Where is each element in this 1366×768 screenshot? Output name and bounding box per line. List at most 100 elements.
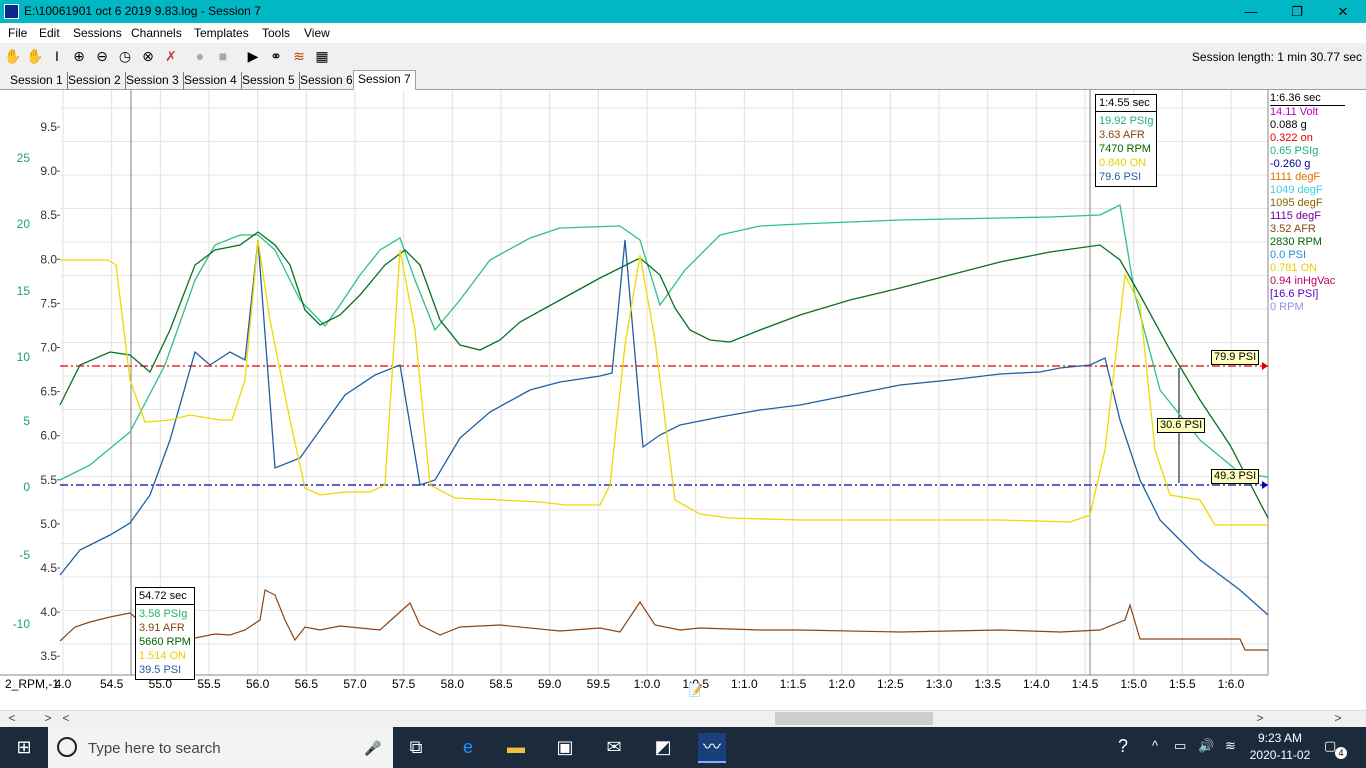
data-plot[interactable]: 25 20 15 10 5 0 -5 -10 9.5 9.0 8.5 8.0 7.5 7.0 6.5 6.0… (0, 90, 1366, 710)
logworks-icon[interactable]: 〰 (698, 733, 726, 763)
legend-item[interactable]: 1111 degF (1270, 171, 1348, 184)
text-cursor-icon[interactable]: I (47, 46, 67, 66)
menu-view[interactable]: View (304, 26, 330, 40)
menu-file[interactable]: File (8, 26, 27, 40)
y-tick-afr: 3.5 (40, 649, 57, 663)
x-tick-label: 55.5 (197, 677, 221, 691)
play-icon[interactable]: ▶ (243, 46, 263, 66)
file-explorer-icon[interactable]: ▬ (502, 733, 530, 761)
legend-item[interactable]: 0.65 PSIg (1270, 145, 1348, 158)
legend-time: 1:6.36 sec (1270, 92, 1345, 106)
legend-item[interactable]: 0.088 g (1270, 119, 1348, 132)
wifi-icon[interactable]: ≋ (1225, 738, 1236, 754)
legend-item[interactable]: 1095 degF (1270, 197, 1348, 210)
legend-item[interactable]: 0.94 inHgVac (1270, 275, 1348, 288)
close-button[interactable]: ✕ (1320, 0, 1366, 23)
cursor1-rpm: 5660 RPM (139, 636, 191, 648)
minimize-button[interactable]: — (1228, 0, 1274, 23)
record-icon[interactable]: ● (190, 46, 210, 66)
scroll-end-icon[interactable]: > (1330, 710, 1346, 727)
menu-channels[interactable]: Channels (131, 26, 182, 40)
volume-icon[interactable]: 🔊 (1198, 738, 1214, 754)
menu-tools[interactable]: Tools (262, 26, 290, 40)
legend-item[interactable]: 0.0 PSI (1270, 249, 1348, 262)
y-tick-psig: -10 (13, 617, 31, 631)
tab-session-2[interactable]: Session 2 (64, 72, 126, 89)
cursor2-rpm: 7470 RPM (1099, 143, 1151, 155)
edge-icon[interactable]: e (454, 733, 482, 761)
cursor2-on: 0.840 ON (1099, 157, 1147, 169)
legend-item[interactable]: 2830 RPM (1270, 236, 1348, 249)
app-icon (4, 4, 19, 19)
battery-icon[interactable]: ▭ (1174, 738, 1186, 754)
trace-psi (59, 239, 1269, 616)
search-placeholder: Type here to search (88, 740, 221, 757)
legend-item[interactable]: -0.260 g (1270, 158, 1348, 171)
tab-session-3[interactable]: Session 3 (122, 72, 184, 89)
legend-item[interactable]: 14.11 Volt (1270, 106, 1348, 119)
binoculars-icon[interactable]: ⚭ (266, 46, 286, 66)
legend-item[interactable]: 1115 degF (1270, 210, 1348, 223)
tab-session-6[interactable]: Session 6 (296, 72, 358, 89)
legend-item[interactable]: [16.6 PSI] (1270, 288, 1348, 301)
y-tick-afr: 6.0 (40, 429, 57, 443)
tab-session-7[interactable]: Session 7 (353, 70, 416, 90)
y-tick-psig: 0 (23, 480, 30, 494)
clock-icon[interactable]: ◷ (115, 46, 135, 66)
scroll-left-icon[interactable]: < (4, 710, 20, 727)
y-tick-psig: -5 (19, 548, 30, 562)
remove-marker-icon[interactable]: ✗ (161, 46, 181, 66)
legend-item[interactable]: 0.781 ON (1270, 262, 1348, 275)
x-tick-label: 58.0 (441, 677, 465, 691)
chevron-up-icon[interactable]: ^ (1152, 738, 1158, 753)
clock-time[interactable]: 9:23 AM (1250, 731, 1310, 745)
task-view-icon[interactable]: ⧉ (402, 733, 430, 761)
upper-threshold-label[interactable]: 79.9 PSI (1211, 350, 1260, 365)
y-axis-afr: 9.5 9.0 8.5 8.0 7.5 7.0 6.5 6.0 5.5 5.0 4.5 4.0 3.5 (40, 120, 60, 663)
maximize-button[interactable]: ❐ (1274, 0, 1320, 23)
sticky-notes-icon[interactable]: ◩ (649, 733, 677, 761)
store-icon[interactable]: ▣ (551, 733, 579, 761)
y-tick-afr: 5.0 (40, 517, 57, 531)
legend-item[interactable]: 0 RPM (1270, 301, 1348, 314)
trace-afr (59, 589, 1268, 651)
window-title: E:\10061901 oct 6 2019 9.83.log - Sessio… (24, 4, 261, 18)
grid-icon[interactable]: ▦ (312, 46, 332, 66)
x-tick-label: 57.0 (343, 677, 367, 691)
x-tick-label: 1:6.0 (1218, 677, 1245, 691)
menu-sessions[interactable]: Sessions (73, 26, 122, 40)
scroll-right-icon[interactable]: > (1252, 710, 1268, 727)
windows-start-icon[interactable]: ⊞ (0, 727, 48, 768)
x-tick-label: 57.5 (392, 677, 416, 691)
horizontal-scrollbar[interactable] (0, 710, 1366, 728)
scroll-left-fast-icon[interactable]: < (58, 710, 74, 727)
legend-item[interactable]: 1049 degF (1270, 184, 1348, 197)
scroll-right-fast-icon[interactable]: > (40, 710, 56, 727)
mail-icon[interactable]: ✉ (600, 733, 628, 761)
clock-date[interactable]: 2020-11-02 (1246, 748, 1314, 762)
pan-hand-icon[interactable]: ✋ (3, 46, 23, 66)
lower-threshold-label[interactable]: 49.3 PSI (1211, 469, 1260, 484)
menu-templates[interactable]: Templates (194, 26, 249, 40)
x-tick-label: 1:3.0 (926, 677, 953, 691)
tab-session-4[interactable]: Session 4 (180, 72, 242, 89)
help-icon[interactable]: ? (1118, 736, 1128, 757)
tab-session-1[interactable]: Session 1 (6, 72, 68, 89)
y-tick-psig: 20 (17, 217, 31, 231)
tab-session-5[interactable]: Session 5 (238, 72, 300, 89)
zoom-in-icon[interactable]: ⊕ (69, 46, 89, 66)
chart-icon[interactable]: ≋ (289, 46, 309, 66)
cursor-time-1: 54.72 sec (136, 588, 194, 605)
note-marker: 📝 (688, 683, 703, 697)
y-tick-afr: 5.5 (40, 473, 57, 487)
scroll-thumb[interactable] (775, 712, 933, 725)
stop-icon[interactable]: ■ (213, 46, 233, 66)
fit-icon[interactable]: ⊗ (138, 46, 158, 66)
menu-edit[interactable]: Edit (39, 26, 60, 40)
legend-item[interactable]: 0.322 on (1270, 132, 1348, 145)
grab-hand-icon[interactable]: ✋ (25, 46, 45, 66)
microphone-icon[interactable]: 🎤 (364, 740, 381, 757)
zoom-out-icon[interactable]: ⊖ (92, 46, 112, 66)
legend-item[interactable]: 3.52 AFR (1270, 223, 1348, 236)
x-tick-label: 56.5 (295, 677, 319, 691)
